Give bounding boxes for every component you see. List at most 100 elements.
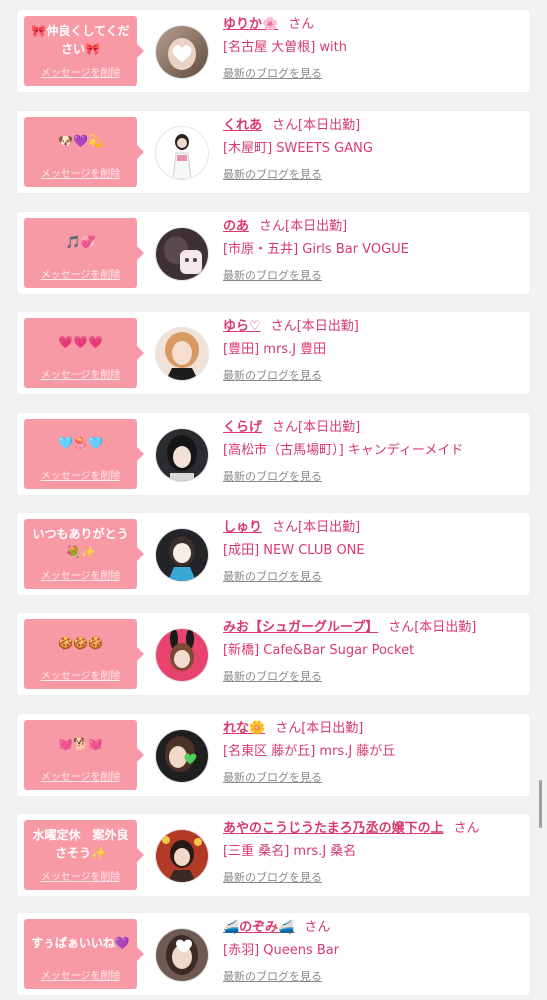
avatar[interactable] (155, 227, 209, 281)
favorite-card: 🎀仲良くしてください🎀 メッセージを削除 ゆりか🌸 さん [名古屋 大曽根] wi… (17, 10, 530, 92)
scrollbar-thumb[interactable] (539, 780, 542, 828)
favorite-card: 🎵💞 メッセージを削除 のあ さん[本日出勤] [市原・五井] Girls Bar… (17, 212, 530, 294)
honorific-status: さん[本日出勤] (272, 118, 361, 133)
favorite-card: すぅぱぁいいね💜 メッセージを削除 🚄のぞみ🚄 さん [赤羽] Queens Ba… (17, 913, 530, 995)
favorite-card: 💗💗💗 メッセージを削除 ゆら♡ さん[本日出勤] [豊田] mrs.J 豊田 最… (17, 312, 530, 394)
latest-blog-link[interactable]: 最新のブログを見る (223, 166, 524, 182)
shop-info: [木屋町] SWEETS GANG (223, 141, 373, 156)
honorific-status: さん[本日出勤] (259, 219, 348, 234)
favorite-card: 🩵🪼🩵 メッセージを削除 くらげ さん[本日出勤] [高松市（古馬場町）] キャン… (17, 413, 530, 495)
delete-message-link[interactable]: メッセージを削除 (24, 266, 137, 281)
entry-info: しゅり さん[本日出勤] [成田] NEW CLUB ONE 最新のブログを見る (223, 518, 524, 584)
avatar[interactable] (155, 729, 209, 783)
honorific-status: さん (288, 17, 315, 32)
cast-name-link[interactable]: のあ (223, 219, 249, 234)
delete-message-link[interactable]: メッセージを削除 (24, 967, 137, 982)
entry-info: くれあ さん[本日出勤] [木屋町] SWEETS GANG 最新のブログを見る (223, 116, 524, 182)
favorite-card: 🍪🍪🍪 メッセージを削除 みお【シュガーグループ】 さん[本日出勤] [新橋] C… (17, 613, 530, 695)
cast-name-link[interactable]: あやのこうじうたまろ乃丞の嬢下の上 (223, 821, 444, 836)
honorific-status: さん (304, 920, 331, 935)
delete-message-link[interactable]: メッセージを削除 (24, 64, 137, 79)
message-text: 🎀仲良くしてください🎀 (31, 24, 130, 56)
favorite-card: 水曜定休 案外良さそう✨ メッセージを削除 あやのこうじうたまろ乃丞の嬢下の上さ… (17, 814, 530, 896)
shop-info: [名東区 藤が丘] mrs.J 藤が丘 (223, 744, 396, 759)
latest-blog-link[interactable]: 最新のブログを見る (223, 267, 524, 283)
delete-message-link[interactable]: メッセージを削除 (24, 768, 137, 783)
cast-name-link[interactable]: ゆら♡ (223, 319, 261, 334)
cast-name-link[interactable]: くれあ (223, 118, 262, 133)
message-text: 🐶💜💫 (58, 134, 103, 148)
cast-name-link[interactable]: みお【シュガーグループ】 (223, 620, 378, 635)
honorific-status: さん[本日出勤] (275, 721, 364, 736)
entry-info: 🚄のぞみ🚄 さん [赤羽] Queens Bar 最新のブログを見る (223, 918, 524, 984)
cast-name-link[interactable]: ゆりか🌸 (223, 17, 278, 32)
avatar[interactable] (155, 25, 209, 79)
honorific-status: さん[本日出勤] (272, 520, 361, 535)
shop-info: [新橋] Cafe&Bar Sugar Pocket (223, 643, 415, 658)
favorite-card: いつもありがとう💐✨ メッセージを削除 しゅり さん[本日出勤] [成田] NEW… (17, 513, 530, 595)
avatar[interactable] (155, 428, 209, 482)
entry-info: みお【シュガーグループ】 さん[本日出勤] [新橋] Cafe&Bar Sugar… (223, 618, 524, 684)
cast-name-link[interactable]: 🚄のぞみ🚄 (223, 920, 294, 935)
message-bubble: いつもありがとう💐✨ メッセージを削除 (24, 519, 144, 589)
message-text: すぅぱぁいいね💜 (31, 936, 130, 950)
message-bubble: 💓🐕💓 メッセージを削除 (24, 720, 144, 790)
cast-name-link[interactable]: しゅり (223, 520, 262, 535)
latest-blog-link[interactable]: 最新のブログを見る (223, 65, 524, 81)
cast-name-link[interactable]: くらげ (223, 420, 262, 435)
message-bubble: 🩵🪼🩵 メッセージを削除 (24, 419, 144, 489)
avatar[interactable] (155, 628, 209, 682)
latest-blog-link[interactable]: 最新のブログを見る (223, 568, 524, 584)
shop-info: [豊田] mrs.J 豊田 (223, 342, 327, 357)
shop-info: [名古屋 大曽根] with (223, 40, 347, 55)
avatar[interactable] (155, 327, 209, 381)
message-bubble: 水曜定休 案外良さそう✨ メッセージを削除 (24, 820, 144, 890)
latest-blog-link[interactable]: 最新のブログを見る (223, 668, 524, 684)
delete-message-link[interactable]: メッセージを削除 (24, 667, 137, 682)
delete-message-link[interactable]: メッセージを削除 (24, 567, 137, 582)
message-bubble: 🎀仲良くしてください🎀 メッセージを削除 (24, 16, 144, 86)
entry-info: のあ さん[本日出勤] [市原・五井] Girls Bar VOGUE 最新のブロ… (223, 217, 524, 283)
delete-message-link[interactable]: メッセージを削除 (24, 165, 137, 180)
entry-info: ゆら♡ さん[本日出勤] [豊田] mrs.J 豊田 最新のブログを見る (223, 317, 524, 383)
shop-info: [赤羽] Queens Bar (223, 943, 340, 958)
latest-blog-link[interactable]: 最新のブログを見る (223, 468, 524, 484)
shop-info: [三重 桑名] mrs.J 桑名 (223, 844, 357, 859)
avatar[interactable] (155, 928, 209, 982)
delete-message-link[interactable]: メッセージを削除 (24, 868, 137, 883)
shop-info: [高松市（古馬場町）] キャンディーメイド (223, 443, 464, 458)
avatar[interactable] (155, 528, 209, 582)
honorific-status: さん[本日出勤] (270, 319, 359, 334)
message-text: 🍪🍪🍪 (58, 636, 103, 650)
message-bubble: すぅぱぁいいね💜 メッセージを削除 (24, 919, 144, 989)
honorific-status: さん[本日出勤] (272, 420, 361, 435)
latest-blog-link[interactable]: 最新のブログを見る (223, 367, 524, 383)
message-text: いつもありがとう💐✨ (32, 527, 129, 559)
message-bubble: 🎵💞 メッセージを削除 (24, 218, 144, 288)
cast-name-link[interactable]: れな🌼 (223, 721, 265, 736)
honorific-status: さん[本日出勤] (388, 620, 477, 635)
entry-info: くらげ さん[本日出勤] [高松市（古馬場町）] キャンディーメイド 最新のブログ… (223, 418, 524, 484)
latest-blog-link[interactable]: 最新のブログを見る (223, 869, 524, 885)
shop-info: [成田] NEW CLUB ONE (223, 543, 365, 558)
favorite-card: 💓🐕💓 メッセージを削除 れな🌼 さん[本日出勤] [名東区 藤が丘] mrs.J… (17, 714, 530, 796)
message-bubble: 🐶💜💫 メッセージを削除 (24, 117, 144, 187)
entry-info: あやのこうじうたまろ乃丞の嬢下の上 さん [三重 桑名] mrs.J 桑名 最新の… (223, 819, 524, 885)
avatar[interactable] (155, 126, 209, 180)
delete-message-link[interactable]: メッセージを削除 (24, 467, 137, 482)
shop-info: [市原・五井] Girls Bar VOGUE (223, 242, 409, 257)
delete-message-link[interactable]: メッセージを削除 (24, 366, 137, 381)
message-text: 水曜定休 案外良さそう✨ (32, 828, 129, 860)
entry-info: ゆりか🌸 さん [名古屋 大曽根] with 最新のブログを見る (223, 15, 524, 81)
latest-blog-link[interactable]: 最新のブログを見る (223, 769, 524, 785)
message-text: 💗💗💗 (58, 335, 103, 349)
message-text: 💓🐕💓 (58, 737, 103, 751)
message-bubble: 💗💗💗 メッセージを削除 (24, 318, 144, 388)
favorite-card: 🐶💜💫 メッセージを削除 くれあ さん[本日出勤] [木屋町] SWEETS GA… (17, 111, 530, 193)
entry-info: れな🌼 さん[本日出勤] [名東区 藤が丘] mrs.J 藤が丘 最新のブログを見… (223, 719, 524, 785)
avatar[interactable] (155, 829, 209, 883)
message-bubble: 🍪🍪🍪 メッセージを削除 (24, 619, 144, 689)
latest-blog-link[interactable]: 最新のブログを見る (223, 968, 524, 984)
honorific-status: さん (453, 821, 480, 836)
message-text: 🎵💞 (65, 235, 96, 249)
